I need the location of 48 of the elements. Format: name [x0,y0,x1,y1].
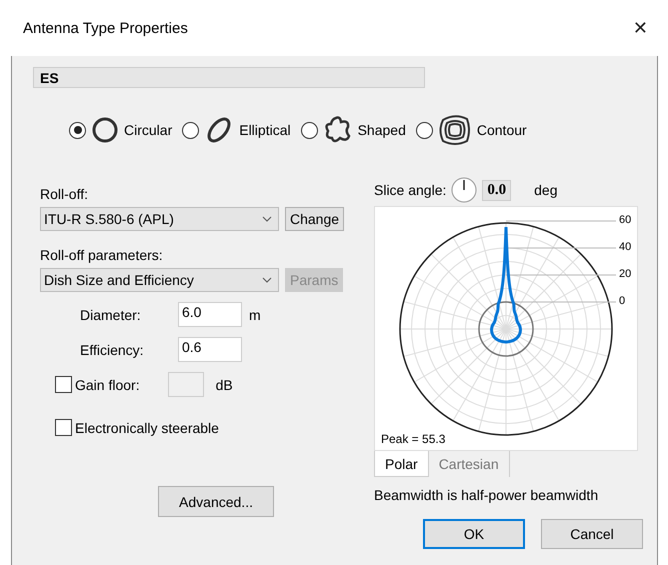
parameter-label: Efficiency: [80,342,145,358]
checkbox[interactable] [55,419,72,436]
unit-label: dB [216,376,233,392]
ellipse-icon [205,116,234,144]
angle-dial[interactable] [451,177,478,203]
dropdown-caret-icon [262,216,272,222]
blob-star-icon [324,116,352,144]
slice-angle-label: Slice angle: [374,182,446,198]
dialog-button[interactable]: OK [423,519,525,549]
circle-icon [92,117,118,143]
zero-ring [478,301,534,357]
window-title: Antenna Type Properties [23,20,188,36]
close-button[interactable]: ✕ [628,18,652,38]
plot-tab[interactable]: Cartesian [428,451,510,477]
radio-label[interactable]: Elliptical [239,122,291,138]
steerable-label[interactable]: Electronically steerable [75,420,219,436]
ring-label: 20 [619,268,632,280]
peak-label: Peak = 55.3 [381,432,446,446]
unit-label: m [249,306,262,322]
radio-button[interactable] [182,122,200,138]
ring-label: 40 [619,241,632,253]
radio-label[interactable]: Shaped [358,122,406,138]
contour-icon [438,114,471,146]
rolloff-label: Roll-off: [40,186,89,202]
radio-button[interactable] [416,122,433,138]
rolloff-parameters-label: Roll-off parameters: [40,247,164,263]
radio-label[interactable]: Contour [476,122,527,138]
checkbox[interactable] [55,376,72,393]
rolloff-parameters-dropdown[interactable]: Dish Size and Efficiency [40,268,279,292]
radio-label[interactable]: Circular [124,122,172,138]
parameter-label: Diameter: [80,306,142,322]
advanced-button[interactable]: Advanced... [158,486,274,517]
dialog-button[interactable]: Cancel [541,519,643,549]
beamwidth-note: Beamwidth is half-power beamwidth [374,487,600,503]
parameter-field[interactable]: 6.0 [178,302,242,327]
dropdown-caret-icon [262,277,272,283]
rolloff-dropdown[interactable]: ITU-R S.580-6 (APL) [40,207,279,231]
radio-button[interactable] [300,122,318,138]
change-button[interactable]: Change [285,207,344,231]
ring-label: 60 [619,214,632,226]
antenna-name-field[interactable]: ES [33,67,425,88]
plot-tab[interactable]: Polar [374,451,429,477]
unit-label: deg [534,182,558,198]
ring-label: 0 [619,295,626,307]
slice-angle-value: 0.0 [482,180,512,200]
gain-floor-label[interactable]: Gain floor: [75,376,140,392]
radio-button[interactable] [69,122,86,138]
parameter-field[interactable]: 0.6 [178,337,242,362]
